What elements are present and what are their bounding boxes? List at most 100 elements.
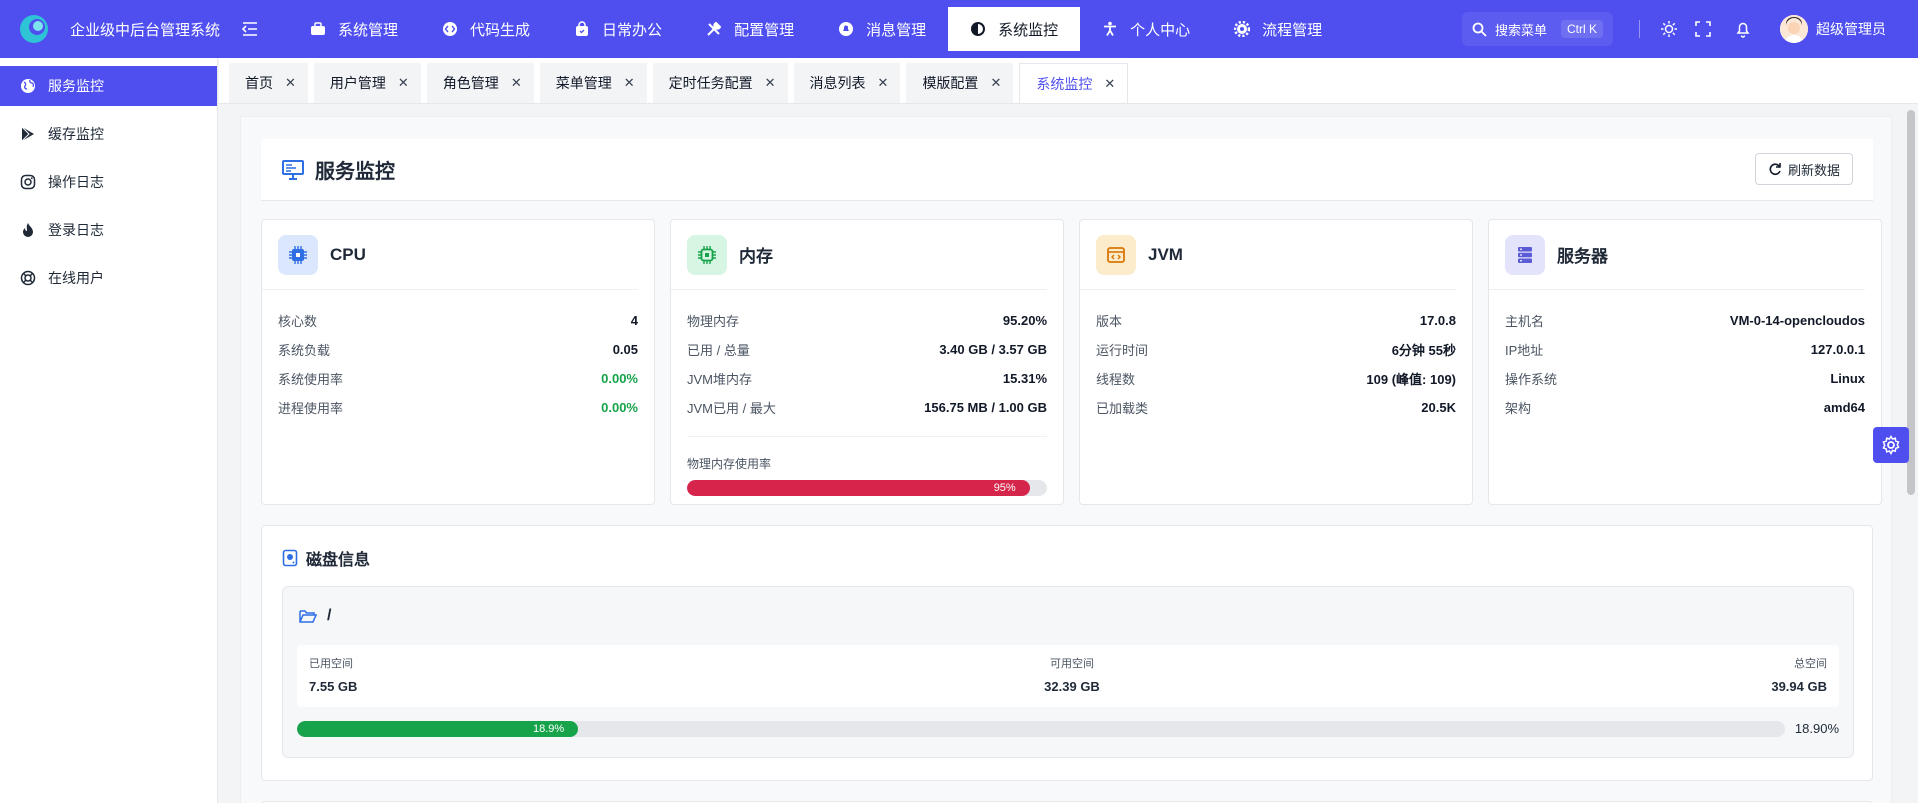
total-space: 总空间 39.94 GB [1771,658,1827,694]
nav-item-system[interactable]: 系统管理 [288,7,420,51]
tab-menu-management[interactable]: 菜单管理 ✕ [539,63,647,103]
close-icon[interactable]: ✕ [624,75,635,91]
memory-usage-label: 物理内存使用率 [687,457,772,471]
tab-label: 角色管理 [442,75,499,91]
info-row: 系统负载 0.05 [278,342,638,358]
disk-title: 磁盘信息 [282,546,370,570]
sidebar-item-operation-log[interactable]: 操作日志 [0,162,217,202]
sun-icon[interactable] [1658,18,1680,40]
tab-bar: 首页 ✕ 用户管理 ✕ 角色管理 ✕ 菜单管理 ✕ 定时任务配置 ✕ 消息列表 ✕ 模版配置… [219,58,1918,104]
bell-icon[interactable] [1732,18,1754,40]
app-title: 企业级中后台管理系统 [70,21,221,39]
tab-system-monitor[interactable]: 系统监控 ✕ [1019,63,1129,103]
tab-label: 消息列表 [809,75,866,91]
flame-icon [23,223,33,237]
memory-card: 内存 物理内存 95.20% 已用 / 总量 3.40 GB / 3.57 GB J… [670,219,1064,505]
disk-usage-percent: 18.90% [1794,721,1839,736]
search-label: 搜索菜单 [1494,22,1547,38]
refresh-icon [1769,163,1781,175]
nav-item-codegen[interactable]: 代码生成 [420,7,552,51]
disk-progress-bar: 18.9% [297,721,1785,737]
free-space: 可用空间 32.39 GB [1044,658,1100,694]
nav-item-label: 系统监控 [998,21,1059,39]
sidebar: 服务监控 缓存监控 操作日志 登录日志 在线用户 [0,58,218,803]
card-title: 内存 [739,247,773,266]
refresh-button[interactable]: 刷新数据 [1754,153,1853,185]
info-row: 版本 17.0.8 [1096,313,1456,329]
info-row: 运行时间 6分钟 55秒 [1096,343,1456,358]
memory-progress-fill: 95% [687,480,1030,496]
sidebar-item-cache-monitor[interactable]: 缓存监控 [0,114,217,154]
nav-item-label: 代码生成 [470,21,531,39]
nav-item-office[interactable]: 日常办公 [552,7,684,51]
sidebar-item-login-log[interactable]: 登录日志 [0,210,217,250]
tab-label: 菜单管理 [555,75,612,91]
close-icon[interactable]: ✕ [878,75,889,91]
top-nav: 系统管理 代码生成 日常办公 配置管理 消息管理 系统监控 个人中心 流程管理 [288,0,1344,58]
main-content: 服务监控 刷新数据 CPU 核心数 4 系统负载 0.05 系统使用率 0.00% 进… [230,104,1902,803]
menu-search[interactable]: 搜索菜单 Ctrl K [1461,12,1613,46]
page-title: 服务监控 [315,161,395,183]
close-icon[interactable]: ✕ [511,75,522,91]
nav-item-workflow[interactable]: 流程管理 [1212,7,1344,51]
instagram-icon [20,174,36,190]
info-row: 操作系统 Linux [1505,371,1865,387]
disk-partition: / 已用空间 7.55 GB 可用空间 32.39 GB 总空间 39.94 G… [282,586,1854,758]
lifebuoy-icon [20,270,36,286]
nav-item-config[interactable]: 配置管理 [684,7,816,51]
tab-user-management[interactable]: 用户管理 ✕ [313,63,421,103]
close-icon[interactable]: ✕ [1104,76,1115,92]
user-name[interactable]: 超级管理员 [1816,19,1886,39]
info-row: JVM堆内存 15.31% [687,371,1047,387]
jvm-icon [1096,234,1136,275]
info-row: 系统使用率 0.00% [278,371,638,387]
app-logo[interactable] [18,13,50,45]
sidebar-item-label: 操作日志 [48,174,104,190]
nav-item-label: 日常办公 [602,21,663,39]
nav-item-label: 消息管理 [866,21,927,39]
divider [1639,20,1640,38]
nav-item-profile[interactable]: 个人中心 [1080,7,1212,51]
close-icon[interactable]: ✕ [285,75,296,91]
collapse-menu-icon[interactable] [240,19,260,39]
tab-home[interactable]: 首页 ✕ [229,63,308,103]
settings-gear-button[interactable] [1873,427,1909,463]
card-header: JVM [1080,220,1456,290]
card-header: 服务器 [1489,220,1865,290]
nav-item-monitor[interactable]: 系统监控 [948,7,1081,51]
globe-icon [21,79,35,93]
close-icon[interactable]: ✕ [398,75,409,91]
play-store-icon [21,126,34,142]
sidebar-item-label: 在线用户 [48,270,104,286]
card-title: JVM [1148,244,1183,264]
fullscreen-icon[interactable] [1692,18,1714,40]
bag-icon [576,21,589,36]
tab-label: 模版配置 [922,75,979,91]
gear-icon [1882,435,1900,455]
info-row: 已加载类 20.5K [1096,400,1456,416]
monitor-panel: 服务监控 刷新数据 CPU 核心数 4 系统负载 0.05 系统使用率 0.00% 进… [240,116,1892,803]
contrast-icon [971,22,986,36]
gear-icon [1234,21,1251,37]
sidebar-item-server-monitor[interactable]: 服务监控 [0,66,217,106]
nav-item-message[interactable]: 消息管理 [816,7,948,51]
disk-icon [282,549,298,567]
close-icon[interactable]: ✕ [990,75,1001,91]
sidebar-item-online-users[interactable]: 在线用户 [0,258,217,298]
code-icon [443,22,458,36]
tab-message-list[interactable]: 消息列表 ✕ [793,63,901,103]
tab-template-config[interactable]: 模版配置 ✕ [906,63,1014,103]
search-icon [1472,22,1487,37]
nav-item-label: 流程管理 [1262,21,1323,39]
tab-scheduled-tasks[interactable]: 定时任务配置 ✕ [652,63,788,103]
cpu-icon [278,234,318,275]
close-icon[interactable]: ✕ [765,75,776,91]
briefcase-icon [311,22,326,35]
used-space: 已用空间 7.55 GB [309,658,358,694]
tab-role-management[interactable]: 角色管理 ✕ [426,63,534,103]
tools-icon [707,21,722,36]
tab-label: 首页 [245,75,273,91]
info-row: 物理内存 95.20% [687,313,1047,329]
refresh-label: 刷新数据 [1787,162,1840,178]
avatar[interactable] [1780,15,1808,43]
